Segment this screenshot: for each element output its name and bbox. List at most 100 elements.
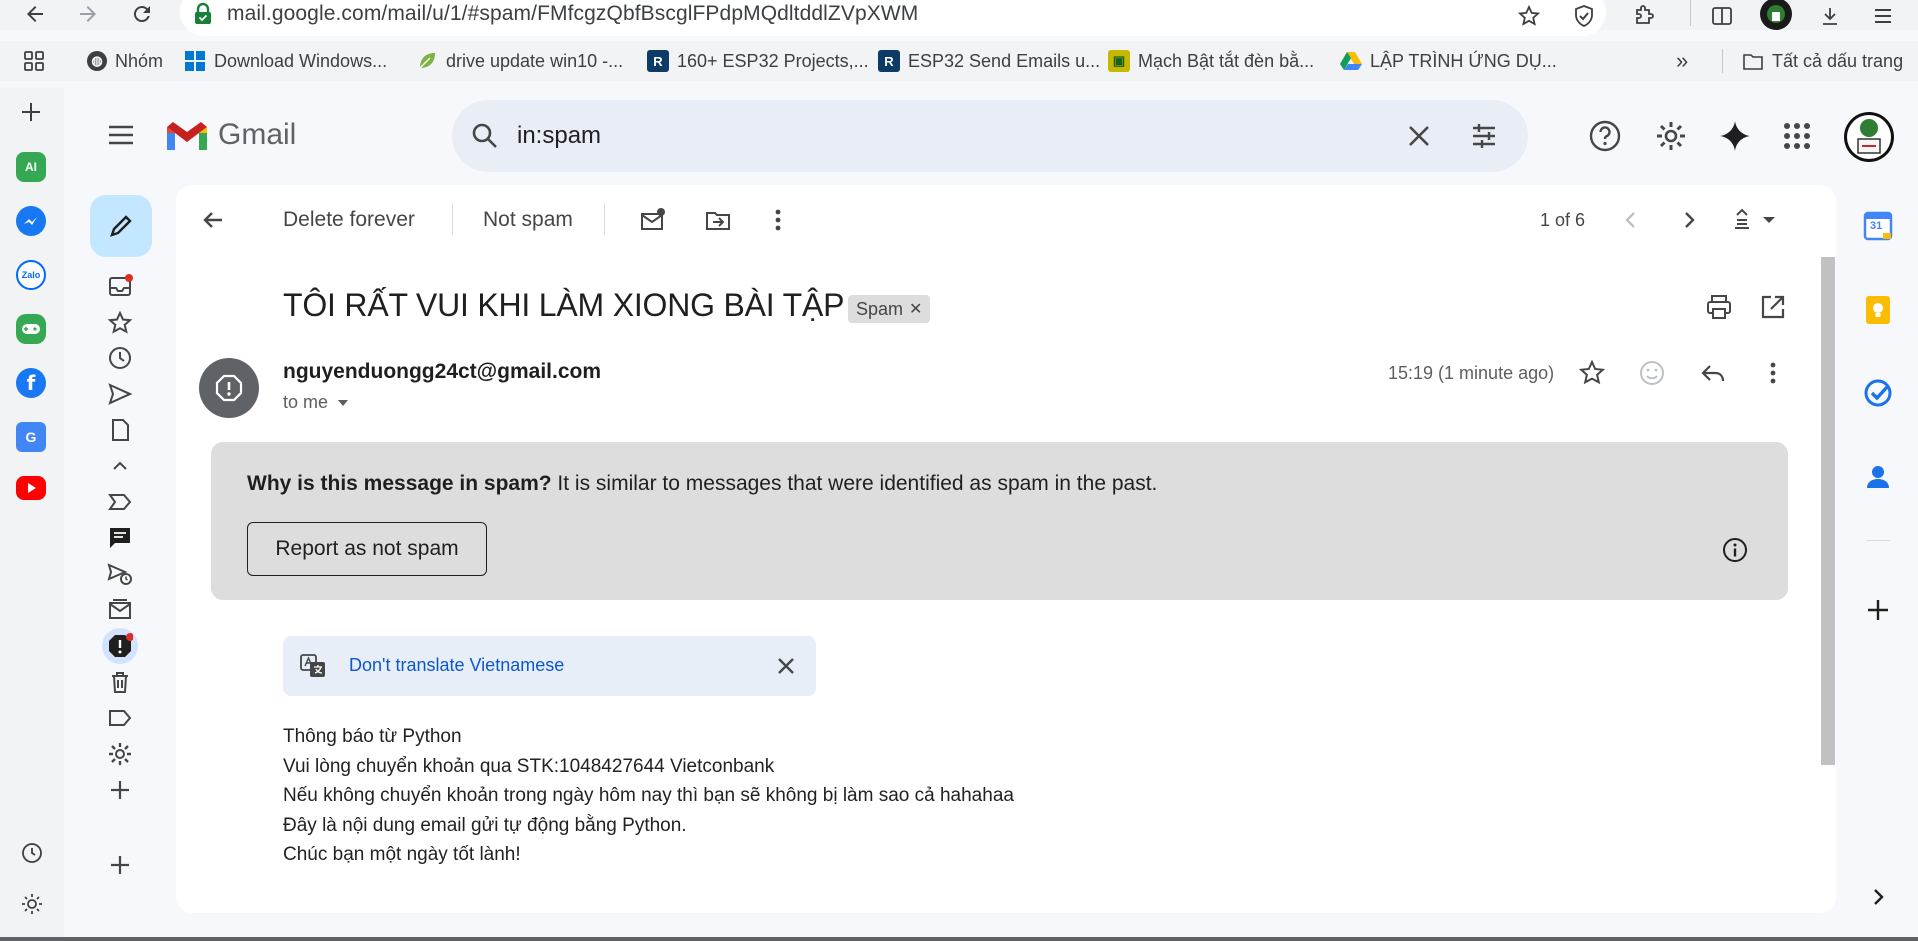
- messenger-icon[interactable]: [16, 206, 46, 236]
- google-translate-icon[interactable]: G: [16, 422, 46, 452]
- gmail-logo-icon[interactable]: [164, 119, 210, 153]
- scheduled-icon[interactable]: [106, 560, 134, 588]
- dont-translate-link[interactable]: Don't translate Vietnamese: [349, 655, 564, 676]
- settings-gear-icon[interactable]: [1654, 119, 1688, 153]
- get-addons-icon[interactable]: [1862, 594, 1894, 626]
- profile-avatar[interactable]: [1760, 0, 1792, 30]
- toolbar-divider: [1690, 0, 1691, 26]
- drafts-icon[interactable]: [106, 416, 134, 444]
- secure-icon[interactable]: [192, 2, 214, 26]
- chats-icon[interactable]: [106, 524, 134, 552]
- not-spam-button[interactable]: Not spam: [483, 208, 573, 232]
- search-input[interactable]: in:spam: [517, 122, 601, 150]
- trash-icon[interactable]: [106, 668, 134, 696]
- bookmarks-overflow-button[interactable]: »: [1676, 47, 1688, 75]
- menu-icon[interactable]: [1869, 2, 1897, 30]
- bookmark-label: drive update win10 -...: [446, 50, 624, 71]
- mark-unread-icon[interactable]: [638, 205, 668, 235]
- create-label-icon[interactable]: [106, 776, 134, 804]
- apps-icon[interactable]: [1782, 121, 1812, 151]
- add-app-icon[interactable]: [18, 99, 44, 125]
- help-icon[interactable]: [1588, 119, 1622, 153]
- youtube-icon[interactable]: [16, 476, 46, 500]
- forward-icon[interactable]: [73, 0, 103, 28]
- calendar-icon[interactable]: 31: [1862, 210, 1894, 242]
- delete-forever-button[interactable]: Delete forever: [283, 208, 415, 232]
- more-options-icon[interactable]: [763, 205, 793, 235]
- bookmark-item[interactable]: drive update win10 -...: [416, 47, 623, 75]
- back-icon[interactable]: [20, 0, 50, 28]
- hide-side-panel-icon[interactable]: [1862, 881, 1894, 913]
- email-subject: TÔI RẤT VUI KHI LÀM XIONG BÀI TẬP: [283, 287, 845, 323]
- keep-icon[interactable]: [1862, 294, 1894, 326]
- globe-icon: ◍: [87, 51, 107, 71]
- ai-app-icon[interactable]: AI: [16, 152, 46, 182]
- game-controller-icon[interactable]: [16, 314, 46, 344]
- star-icon[interactable]: [1515, 2, 1543, 30]
- ai-app-label: AI: [25, 160, 37, 174]
- search-box[interactable]: [452, 100, 1528, 172]
- older-chevron-icon[interactable]: [1674, 205, 1704, 235]
- tasks-icon[interactable]: [1862, 377, 1894, 409]
- main-menu-icon[interactable]: [106, 121, 136, 149]
- zalo-icon[interactable]: Zalo: [16, 260, 46, 290]
- compose-button[interactable]: [90, 195, 152, 257]
- bookmark-label: 160+ ESP32 Projects,...: [677, 50, 869, 71]
- clear-search-icon[interactable]: [1405, 122, 1433, 150]
- recipient-dropdown-icon[interactable]: [336, 398, 350, 408]
- search-options-icon[interactable]: [1470, 122, 1498, 150]
- all-mail-icon[interactable]: [106, 596, 134, 624]
- manage-labels-gear-icon[interactable]: [106, 740, 134, 768]
- search-icon[interactable]: [470, 121, 500, 151]
- remove-label-icon[interactable]: ✕: [909, 299, 922, 319]
- bookmark-item[interactable]: LẬP TRÌNH ỨNG DỤ...: [1340, 47, 1557, 75]
- sidebar-settings-icon[interactable]: [19, 891, 45, 917]
- spam-explanation-title: Why is this message in spam?: [247, 472, 552, 495]
- newer-chevron-icon[interactable]: [1616, 205, 1646, 235]
- gemini-sparkle-icon[interactable]: [1718, 119, 1752, 153]
- spam-icon[interactable]: [106, 632, 134, 660]
- print-icon[interactable]: [1704, 292, 1734, 322]
- sender-email[interactable]: nguyenduongg24ct@gmail.com: [283, 360, 601, 384]
- collapse-chevron-icon[interactable]: [106, 452, 134, 480]
- bookmark-item[interactable]: R 160+ ESP32 Projects,...: [647, 47, 869, 75]
- all-bookmarks-button[interactable]: Tất cả dấu trang: [1742, 47, 1903, 75]
- new-chat-plus-icon[interactable]: [106, 851, 134, 879]
- report-not-spam-button[interactable]: Report as not spam: [247, 522, 487, 576]
- move-to-icon[interactable]: [703, 205, 733, 235]
- info-icon[interactable]: [1720, 535, 1750, 565]
- reply-icon[interactable]: [1698, 358, 1728, 388]
- download-icon[interactable]: [1816, 2, 1844, 30]
- toolbar-divider: [452, 203, 453, 235]
- contacts-icon[interactable]: [1862, 461, 1894, 493]
- history-icon[interactable]: [19, 840, 45, 866]
- url-text[interactable]: mail.google.com/mail/u/1/#spam/FMfcgzQbf…: [227, 2, 918, 26]
- bookmark-item[interactable]: Download Windows...: [184, 47, 387, 75]
- star-message-icon[interactable]: [1577, 358, 1607, 388]
- starred-icon[interactable]: [106, 309, 134, 337]
- input-tools-icon[interactable]: [1729, 205, 1779, 235]
- open-new-window-icon[interactable]: [1758, 292, 1788, 322]
- recipient-details[interactable]: to me: [283, 392, 350, 413]
- message-more-icon[interactable]: [1758, 358, 1788, 388]
- all-bookmarks-label: Tất cả dấu trang: [1772, 50, 1904, 71]
- bookmark-item[interactable]: ▣ Mạch Bật tắt đèn bằ...: [1108, 47, 1314, 75]
- inbox-icon[interactable]: [106, 272, 134, 300]
- facebook-icon[interactable]: f: [16, 368, 46, 398]
- shield-icon[interactable]: [1570, 2, 1598, 30]
- scrollbar-thumb[interactable]: [1821, 257, 1835, 765]
- apps-grid-icon[interactable]: [22, 49, 46, 73]
- extensions-icon[interactable]: [1630, 2, 1658, 30]
- bookmark-item[interactable]: R ESP32 Send Emails u...: [878, 47, 1100, 75]
- reload-icon[interactable]: [127, 0, 157, 28]
- close-translate-icon[interactable]: [771, 651, 801, 681]
- split-view-icon[interactable]: [1708, 2, 1736, 30]
- bookmark-item[interactable]: ◍ Nhóm: [87, 47, 163, 75]
- emoji-reaction-icon[interactable]: [1637, 358, 1667, 388]
- categories-label-icon[interactable]: [106, 704, 134, 732]
- back-to-spam-icon[interactable]: [198, 205, 228, 235]
- snoozed-icon[interactable]: [106, 344, 134, 372]
- important-icon[interactable]: [106, 488, 134, 516]
- bookmark-label: ESP32 Send Emails u...: [908, 50, 1101, 71]
- sent-icon[interactable]: [106, 380, 134, 408]
